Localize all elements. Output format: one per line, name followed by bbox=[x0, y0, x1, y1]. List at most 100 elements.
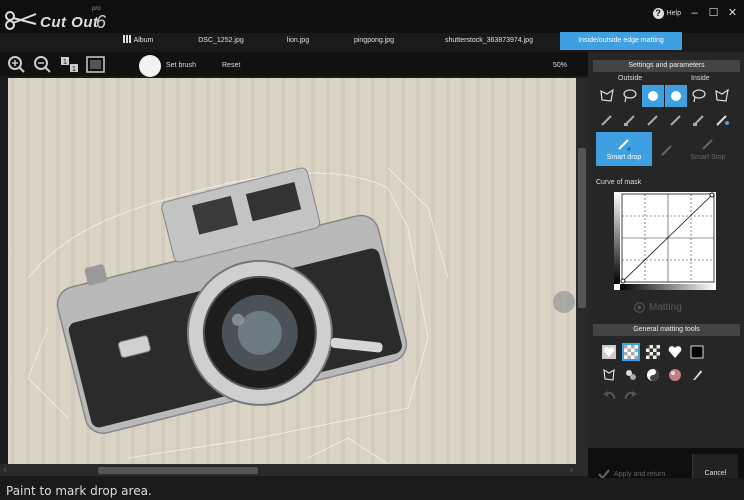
tab-edge-matting[interactable]: Inside/outside edge matting bbox=[560, 32, 682, 50]
inside-eraser-tool[interactable] bbox=[688, 109, 710, 131]
redo-button[interactable] bbox=[622, 388, 640, 406]
outside-brush-tool[interactable] bbox=[642, 109, 664, 131]
smart-brush-icon bbox=[671, 91, 681, 101]
help-button[interactable]: ? Help bbox=[652, 8, 681, 19]
brush-icon bbox=[647, 115, 658, 126]
outside-polygon-tool[interactable] bbox=[596, 85, 618, 107]
inside-brush-tool[interactable] bbox=[665, 109, 687, 131]
pen-tool[interactable] bbox=[688, 366, 706, 384]
heart-icon bbox=[602, 345, 616, 359]
help-icon: ? bbox=[652, 8, 664, 19]
mask-curve-graph bbox=[614, 192, 716, 290]
smart-stop-label: Smart Stop bbox=[690, 154, 726, 161]
reset-button[interactable]: Reset bbox=[222, 62, 240, 69]
brush-icon bbox=[601, 115, 612, 126]
tab-label: Inside/outside edge matting bbox=[578, 37, 664, 44]
vertical-scrollbar[interactable] bbox=[576, 78, 588, 464]
smart-drop-label: Smart drop bbox=[606, 154, 642, 161]
tab-shutterstock[interactable]: shutterstock_363873974.jpg bbox=[432, 32, 546, 50]
outside-lasso-tool[interactable] bbox=[619, 85, 641, 107]
outside-eraser-tool[interactable] bbox=[619, 109, 641, 131]
apply-label: Apply and return bbox=[614, 470, 666, 478]
help-label: Help bbox=[666, 10, 681, 17]
outside-smart-tool[interactable] bbox=[642, 85, 664, 107]
tab-pingpong[interactable]: pingpong.jpg bbox=[344, 32, 404, 50]
inside-polygon-tool[interactable] bbox=[711, 85, 733, 107]
eraser-icon bbox=[624, 115, 635, 126]
polygon-lasso-icon bbox=[600, 88, 614, 102]
inside-label: Inside bbox=[691, 75, 710, 82]
tab-label: lion.jpg bbox=[286, 37, 310, 44]
brush-icon bbox=[670, 115, 681, 126]
close-button[interactable]: ✕ bbox=[727, 8, 738, 19]
set-brush-button[interactable]: Set brush bbox=[166, 62, 196, 69]
dropper-icon bbox=[618, 139, 631, 151]
tab-lion[interactable]: lion.jpg bbox=[280, 32, 316, 50]
curve-label: Curve of mask bbox=[596, 179, 642, 186]
title-bar: pro Cut Out 6 ? Help – ☐ ✕ bbox=[0, 0, 744, 33]
polygon-lasso-icon bbox=[715, 88, 729, 102]
pen-icon bbox=[693, 370, 702, 380]
heart-mask-tool[interactable] bbox=[600, 343, 618, 361]
image-canvas[interactable] bbox=[8, 78, 576, 464]
smart-drop-button[interactable]: Smart drop bbox=[596, 132, 652, 166]
sphere-icon bbox=[669, 369, 681, 381]
scroll-right-arrow-icon[interactable]: › bbox=[570, 465, 573, 474]
fit-to-window-icon[interactable] bbox=[86, 56, 105, 73]
lasso-icon bbox=[623, 89, 637, 103]
brush-icon bbox=[661, 145, 672, 156]
scroll-left-arrow-icon[interactable]: ‹ bbox=[4, 465, 7, 474]
matting-button[interactable]: Matting bbox=[634, 302, 682, 313]
svg-text:1: 1 bbox=[63, 59, 67, 66]
album-grid-icon bbox=[122, 35, 131, 43]
zoom-in-icon[interactable] bbox=[8, 56, 25, 73]
magic-brush-icon bbox=[716, 115, 729, 126]
actual-size-icon[interactable]: 1 1 bbox=[60, 56, 80, 73]
inside-lasso-tool[interactable] bbox=[688, 85, 710, 107]
zoom-level: 50% bbox=[553, 62, 568, 69]
mask-curve-editor[interactable] bbox=[614, 192, 716, 290]
vertical-scroll-thumb[interactable] bbox=[578, 148, 586, 308]
zoom-out-icon[interactable] bbox=[34, 56, 51, 73]
app-name: Cut Out bbox=[40, 14, 99, 31]
maximize-button[interactable]: ☐ bbox=[708, 8, 719, 19]
inside-smart-tool[interactable] bbox=[665, 85, 687, 107]
tab-label: shutterstock_363873974.jpg bbox=[445, 37, 533, 44]
canvas-drag-handle[interactable] bbox=[553, 291, 575, 313]
transparency-grid-tool[interactable] bbox=[622, 343, 640, 361]
color-sphere-tool[interactable] bbox=[666, 366, 684, 384]
brush-size-preview[interactable] bbox=[139, 55, 161, 77]
scissors-icon bbox=[5, 11, 37, 30]
smart-brush-icon bbox=[648, 91, 658, 101]
smart-stop-button[interactable]: Smart Stop bbox=[680, 132, 736, 166]
yin-yang-icon bbox=[647, 369, 659, 381]
play-circle-icon bbox=[634, 302, 645, 313]
tab-dsc-1252[interactable]: DSC_1252.jpg bbox=[186, 32, 256, 50]
brush-mode-tool[interactable] bbox=[656, 139, 678, 161]
canvas-toolbar: 1 1 bbox=[0, 52, 588, 76]
matting-label: Matting bbox=[649, 302, 682, 313]
horizontal-scrollbar[interactable]: ‹ › bbox=[0, 464, 588, 476]
polygon-select-tool[interactable] bbox=[600, 366, 618, 384]
app-version: 6 bbox=[96, 12, 107, 32]
checkerboard-icon bbox=[646, 345, 660, 359]
tab-label: pingpong.jpg bbox=[353, 37, 395, 44]
tab-bar: Album DSC_1252.jpg lion.jpg pingpong.jpg… bbox=[0, 32, 744, 50]
outside-magic-brush-tool[interactable] bbox=[596, 109, 618, 131]
heart-view-tool[interactable] bbox=[666, 343, 684, 361]
eraser-icon bbox=[693, 115, 704, 126]
minimize-button[interactable]: – bbox=[689, 8, 700, 19]
black-background-tool[interactable] bbox=[688, 343, 706, 361]
checkerboard-view-tool[interactable] bbox=[644, 343, 662, 361]
undo-button[interactable] bbox=[600, 388, 618, 406]
dropper-icon bbox=[702, 139, 713, 150]
inside-magic-brush-tool[interactable] bbox=[711, 109, 733, 131]
stamp-tool[interactable] bbox=[622, 366, 640, 384]
blend-tool[interactable] bbox=[644, 366, 662, 384]
settings-header: Settings and parameters bbox=[593, 60, 740, 72]
svg-text:1: 1 bbox=[72, 66, 76, 73]
heart-icon bbox=[668, 346, 682, 358]
tab-album[interactable]: Album bbox=[118, 32, 158, 50]
horizontal-scroll-thumb[interactable] bbox=[98, 467, 258, 474]
lasso-icon bbox=[692, 89, 706, 103]
